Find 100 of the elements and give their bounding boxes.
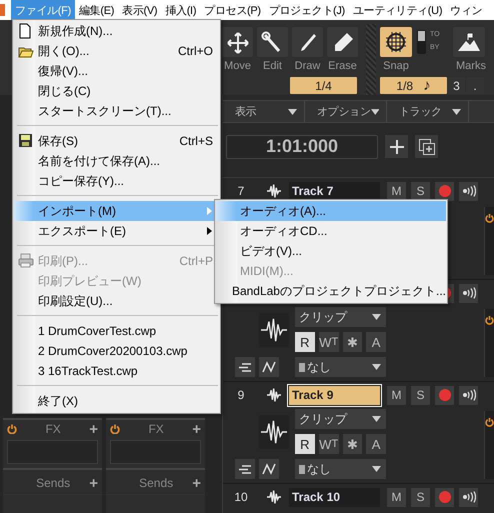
record-arm-button[interactable]: [435, 386, 454, 404]
automation-mode-button[interactable]: R: [295, 434, 315, 454]
add-track-button[interactable]: [385, 135, 408, 158]
automation-mode-button[interactable]: ✱: [342, 332, 362, 352]
track-name-field[interactable]: Track 10: [289, 488, 380, 506]
menu-item[interactable]: ビデオ(V)...: [216, 241, 446, 261]
input-echo-icon: [462, 185, 476, 197]
menu-item[interactable]: 開く(O)... Ctrl+O: [14, 41, 219, 61]
power-icon: [485, 213, 494, 223]
tool-label: Move: [223, 60, 252, 73]
clip-dropdown[interactable]: クリップ: [295, 307, 386, 327]
automation-mode-button[interactable]: R: [295, 332, 315, 352]
menu-item[interactable]: 2 DrumCover20200103.cwp: [14, 341, 219, 361]
tool-button[interactable]: [292, 27, 323, 57]
menu-item[interactable]: 終了(X): [14, 391, 219, 411]
menu-item[interactable]: 3 16TrackTest.cwp: [14, 361, 219, 381]
menu-item[interactable]: 新規作成(N)...: [14, 21, 219, 41]
automation-mode-button[interactable]: ✱: [342, 434, 362, 454]
menu-item[interactable]: プロジェクト(J): [264, 0, 349, 20]
menu-item[interactable]: 表示(V): [118, 0, 162, 20]
add-fx-button[interactable]: +: [89, 422, 98, 436]
record-icon: [438, 491, 450, 503]
mute-button[interactable]: M: [387, 386, 406, 404]
lane-icon: [299, 464, 305, 474]
track-number: 7: [236, 184, 246, 198]
dropdown-caret-icon: [372, 416, 381, 422]
automation-mode-button[interactable]: A: [366, 434, 386, 454]
dotted-button[interactable]: .: [466, 77, 484, 94]
envelope-button[interactable]: [259, 459, 279, 479]
track-number: 9: [236, 388, 246, 402]
solo-button[interactable]: S: [411, 488, 430, 506]
tool-button[interactable]: [222, 27, 253, 57]
solo-button[interactable]: S: [411, 182, 430, 200]
snap-mode-switch[interactable]: [417, 30, 426, 54]
add-fx-button[interactable]: +: [192, 422, 201, 436]
power-icon: [485, 417, 494, 427]
menu-item[interactable]: 挿入(I): [161, 0, 200, 20]
menu-item[interactable]: プロセス(P): [200, 0, 265, 20]
menu-item[interactable]: ウィン: [446, 0, 486, 20]
menu-item[interactable]: BandLabのプロジェクトプロジェクト...: [216, 281, 446, 301]
menu-item[interactable]: 1 DrumCoverTest.cwp: [14, 321, 219, 341]
tool-label: Draw: [294, 60, 322, 73]
menu-item[interactable]: ユーティリティ(U): [348, 0, 446, 20]
snap-button[interactable]: [380, 27, 412, 57]
menu-item[interactable]: 保存(S) Ctrl+S: [14, 131, 219, 151]
automation-dropdown[interactable]: なし: [295, 459, 386, 479]
input-echo-icon: [462, 287, 476, 299]
marks-button[interactable]: [453, 27, 485, 57]
sends-label: Sends: [36, 476, 70, 490]
tool-button[interactable]: [257, 27, 288, 57]
envelope-icon: [262, 463, 276, 475]
automation-dropdown[interactable]: なし: [295, 357, 386, 377]
menu-item[interactable]: オーディオCD...: [216, 221, 446, 241]
dropdown-caret-icon: [372, 314, 381, 320]
track-name-field[interactable]: Track 7: [289, 182, 380, 200]
tool-button[interactable]: [327, 27, 358, 57]
record-arm-button[interactable]: [435, 182, 454, 200]
menu-item[interactable]: オーディオ(A)...: [216, 201, 446, 221]
input-echo-button[interactable]: [459, 182, 478, 200]
eq-icon-button[interactable]: [235, 357, 255, 377]
automation-mode-button[interactable]: A: [366, 332, 386, 352]
menu-item[interactable]: 復帰(V)...: [14, 61, 219, 81]
envelope-icon: [262, 361, 276, 373]
envelope-button[interactable]: [259, 357, 279, 377]
solo-button[interactable]: S: [411, 386, 430, 404]
submenu-arrow-icon: [207, 227, 212, 235]
mute-button[interactable]: M: [387, 182, 406, 200]
menu-item[interactable]: 名前を付けて保存(A)...: [14, 151, 219, 171]
duplicate-track-button[interactable]: [415, 135, 438, 158]
dropdown-caret-icon: [372, 466, 381, 472]
menu-item[interactable]: スタートスクリーン(T)...: [14, 101, 219, 121]
power-icon: [7, 424, 17, 434]
input-echo-icon: [462, 491, 476, 503]
track-name-field[interactable]: Track 9: [289, 386, 380, 404]
menu-item[interactable]: コピー保存(Y)...: [14, 171, 219, 191]
menu-item[interactable]: 編集(E): [74, 0, 118, 20]
menu-label: トラック: [399, 105, 442, 119]
printer-icon: [18, 253, 34, 269]
tool-label: Erase: [327, 60, 358, 73]
add-send-button[interactable]: +: [89, 476, 98, 490]
submenu-arrow-icon: [207, 207, 212, 215]
record-arm-button[interactable]: [435, 488, 454, 506]
clip-dropdown[interactable]: クリップ: [295, 409, 386, 429]
waveform-icon: [266, 387, 282, 403]
eq-icon-button[interactable]: [235, 459, 255, 479]
menu-item[interactable]: 閉じる(C): [14, 81, 219, 101]
input-echo-button[interactable]: [459, 386, 478, 404]
snap-label: Snap: [382, 60, 410, 73]
snap-resolution-dropdown[interactable]: 1/8 ♪: [380, 77, 447, 94]
add-send-button[interactable]: +: [192, 476, 201, 490]
fx-label: FX: [148, 422, 164, 436]
input-echo-button[interactable]: [459, 284, 478, 302]
input-echo-button[interactable]: [459, 488, 478, 506]
resolution-dropdown[interactable]: 1/4: [290, 77, 357, 94]
mute-button[interactable]: M: [387, 488, 406, 506]
dropdown-caret-icon: [370, 108, 379, 114]
waveform-icon: [266, 489, 282, 505]
menu-item: MIDI(M)...: [239, 263, 294, 280]
power-icon: [485, 315, 494, 325]
triplet-button[interactable]: 3: [448, 77, 465, 94]
